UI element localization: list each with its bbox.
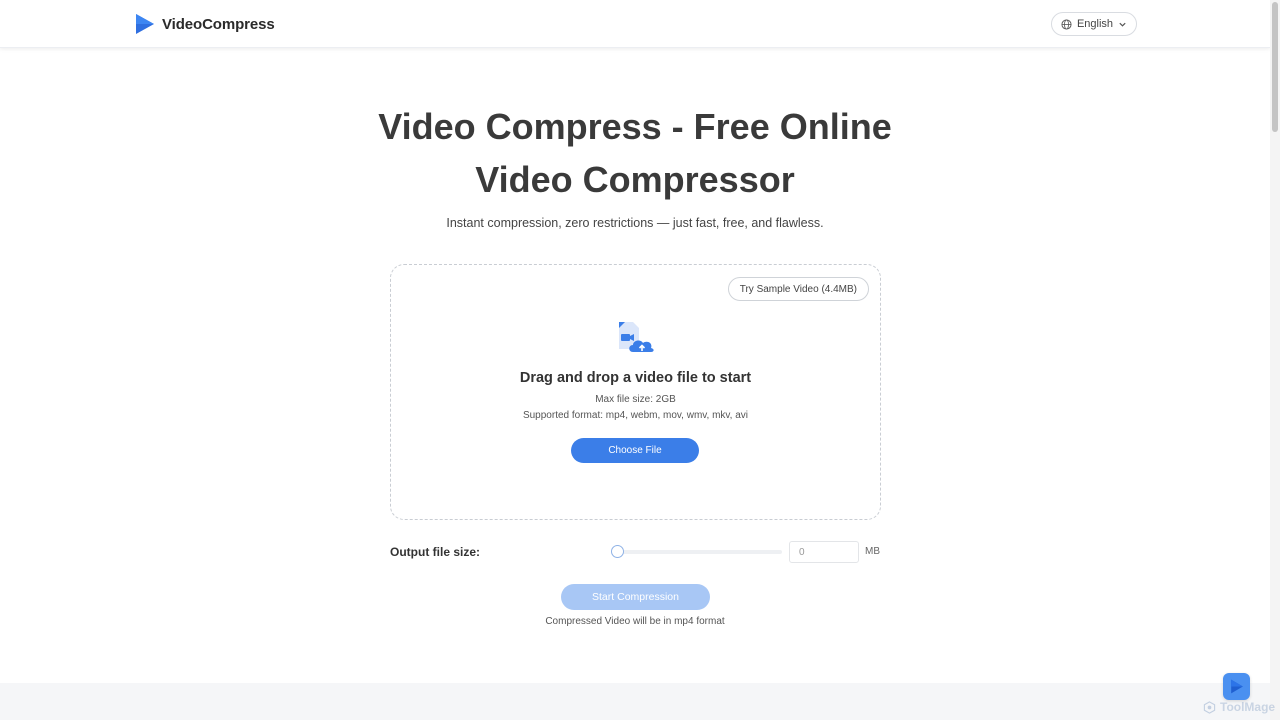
top-navbar: VideoCompress English <box>0 0 1270 48</box>
start-compression-button[interactable]: Start Compression <box>561 584 710 610</box>
watermark: ToolMage <box>1203 700 1275 714</box>
file-drop-zone[interactable]: Try Sample Video (4.4MB) Drag and drop a… <box>390 264 881 520</box>
language-label: English <box>1076 18 1114 30</box>
supported-formats-text: Supported format: mp4, webm, mov, wmv, m… <box>522 410 749 421</box>
output-size-label: Output file size: <box>390 545 480 559</box>
max-file-size-text: Max file size: 2GB <box>595 394 676 405</box>
watermark-text: ToolMage <box>1220 700 1276 714</box>
brand-logo[interactable]: VideoCompress <box>134 12 275 36</box>
output-size-input[interactable] <box>789 541 859 563</box>
floating-app-button[interactable] <box>1223 673 1250 700</box>
hexagon-logo-icon <box>1203 700 1216 714</box>
drop-zone-title: Drag and drop a video file to start <box>519 370 752 386</box>
output-format-note: Compressed Video will be in mp4 format <box>545 616 725 627</box>
output-size-slider-track[interactable] <box>617 550 782 554</box>
page-scrollbar[interactable] <box>1270 0 1280 720</box>
title-line-2: Video Compressor <box>475 159 795 200</box>
brand-name: VideoCompress <box>162 15 275 33</box>
page-subtitle: Instant compression, zero restrictions —… <box>446 216 824 230</box>
chevron-down-icon <box>1119 22 1126 27</box>
footer-section <box>0 683 1270 720</box>
language-selector[interactable]: English <box>1051 12 1137 36</box>
globe-icon <box>1061 18 1072 30</box>
try-sample-video-button[interactable]: Try Sample Video (4.4MB) <box>727 277 869 301</box>
page-title: Video Compress - Free Online Video Compr… <box>340 100 930 206</box>
play-icon <box>1231 679 1243 694</box>
video-upload-icon <box>619 322 654 352</box>
title-line-1: Video Compress - Free Online <box>378 106 892 147</box>
scrollbar-thumb[interactable] <box>1272 2 1278 132</box>
size-unit-label: MB <box>865 546 880 557</box>
output-size-slider-handle[interactable] <box>611 545 624 558</box>
play-logo-icon <box>136 14 154 34</box>
choose-file-button[interactable]: Choose File <box>571 438 699 463</box>
